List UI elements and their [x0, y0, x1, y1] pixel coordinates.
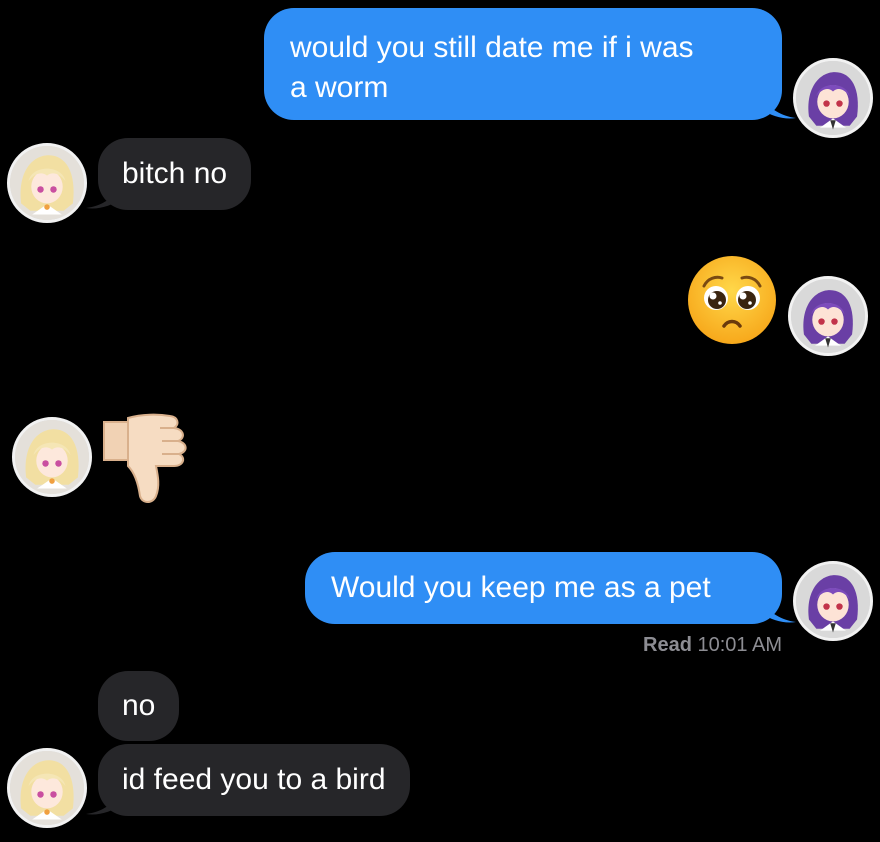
received-message-bubble[interactable]: no	[98, 671, 180, 741]
receiver-avatar[interactable]	[7, 748, 87, 828]
sender-avatar[interactable]	[793, 58, 873, 138]
sent-message-bubble[interactable]: would you still date me if i was a worm	[264, 8, 782, 120]
receiver-avatar[interactable]	[12, 417, 92, 497]
read-label: Read	[643, 634, 692, 656]
sent-message-bubble[interactable]: Would you keep me as a pet	[305, 552, 782, 624]
sender-avatar[interactable]	[793, 561, 873, 641]
message-text: no	[122, 689, 156, 722]
purple-hair-avatar-icon	[796, 61, 870, 135]
thumbs-down-icon[interactable]	[98, 410, 194, 510]
message-text: id feed you to a bird	[122, 763, 386, 796]
blonde-hair-avatar-icon	[10, 751, 84, 825]
blonde-hair-avatar-icon	[15, 420, 89, 494]
received-message-bubble[interactable]: bitch no	[98, 138, 252, 210]
pleading-face-icon[interactable]	[686, 254, 778, 346]
message-text: a worm	[290, 71, 389, 104]
read-receipt: Read 10:01 AM	[643, 634, 782, 657]
message-text: would you still date me if i was	[290, 31, 694, 64]
sender-avatar[interactable]	[788, 276, 868, 356]
message-text: bitch no	[122, 157, 228, 190]
blonde-hair-avatar-icon	[10, 146, 84, 220]
purple-hair-avatar-icon	[791, 279, 865, 353]
purple-hair-avatar-icon	[796, 564, 870, 638]
receiver-avatar[interactable]	[7, 143, 87, 223]
received-message-bubble[interactable]: id feed you to a bird	[98, 744, 410, 816]
read-time: 10:01 AM	[697, 634, 782, 656]
message-text: Would you keep me as a pet	[331, 571, 711, 604]
